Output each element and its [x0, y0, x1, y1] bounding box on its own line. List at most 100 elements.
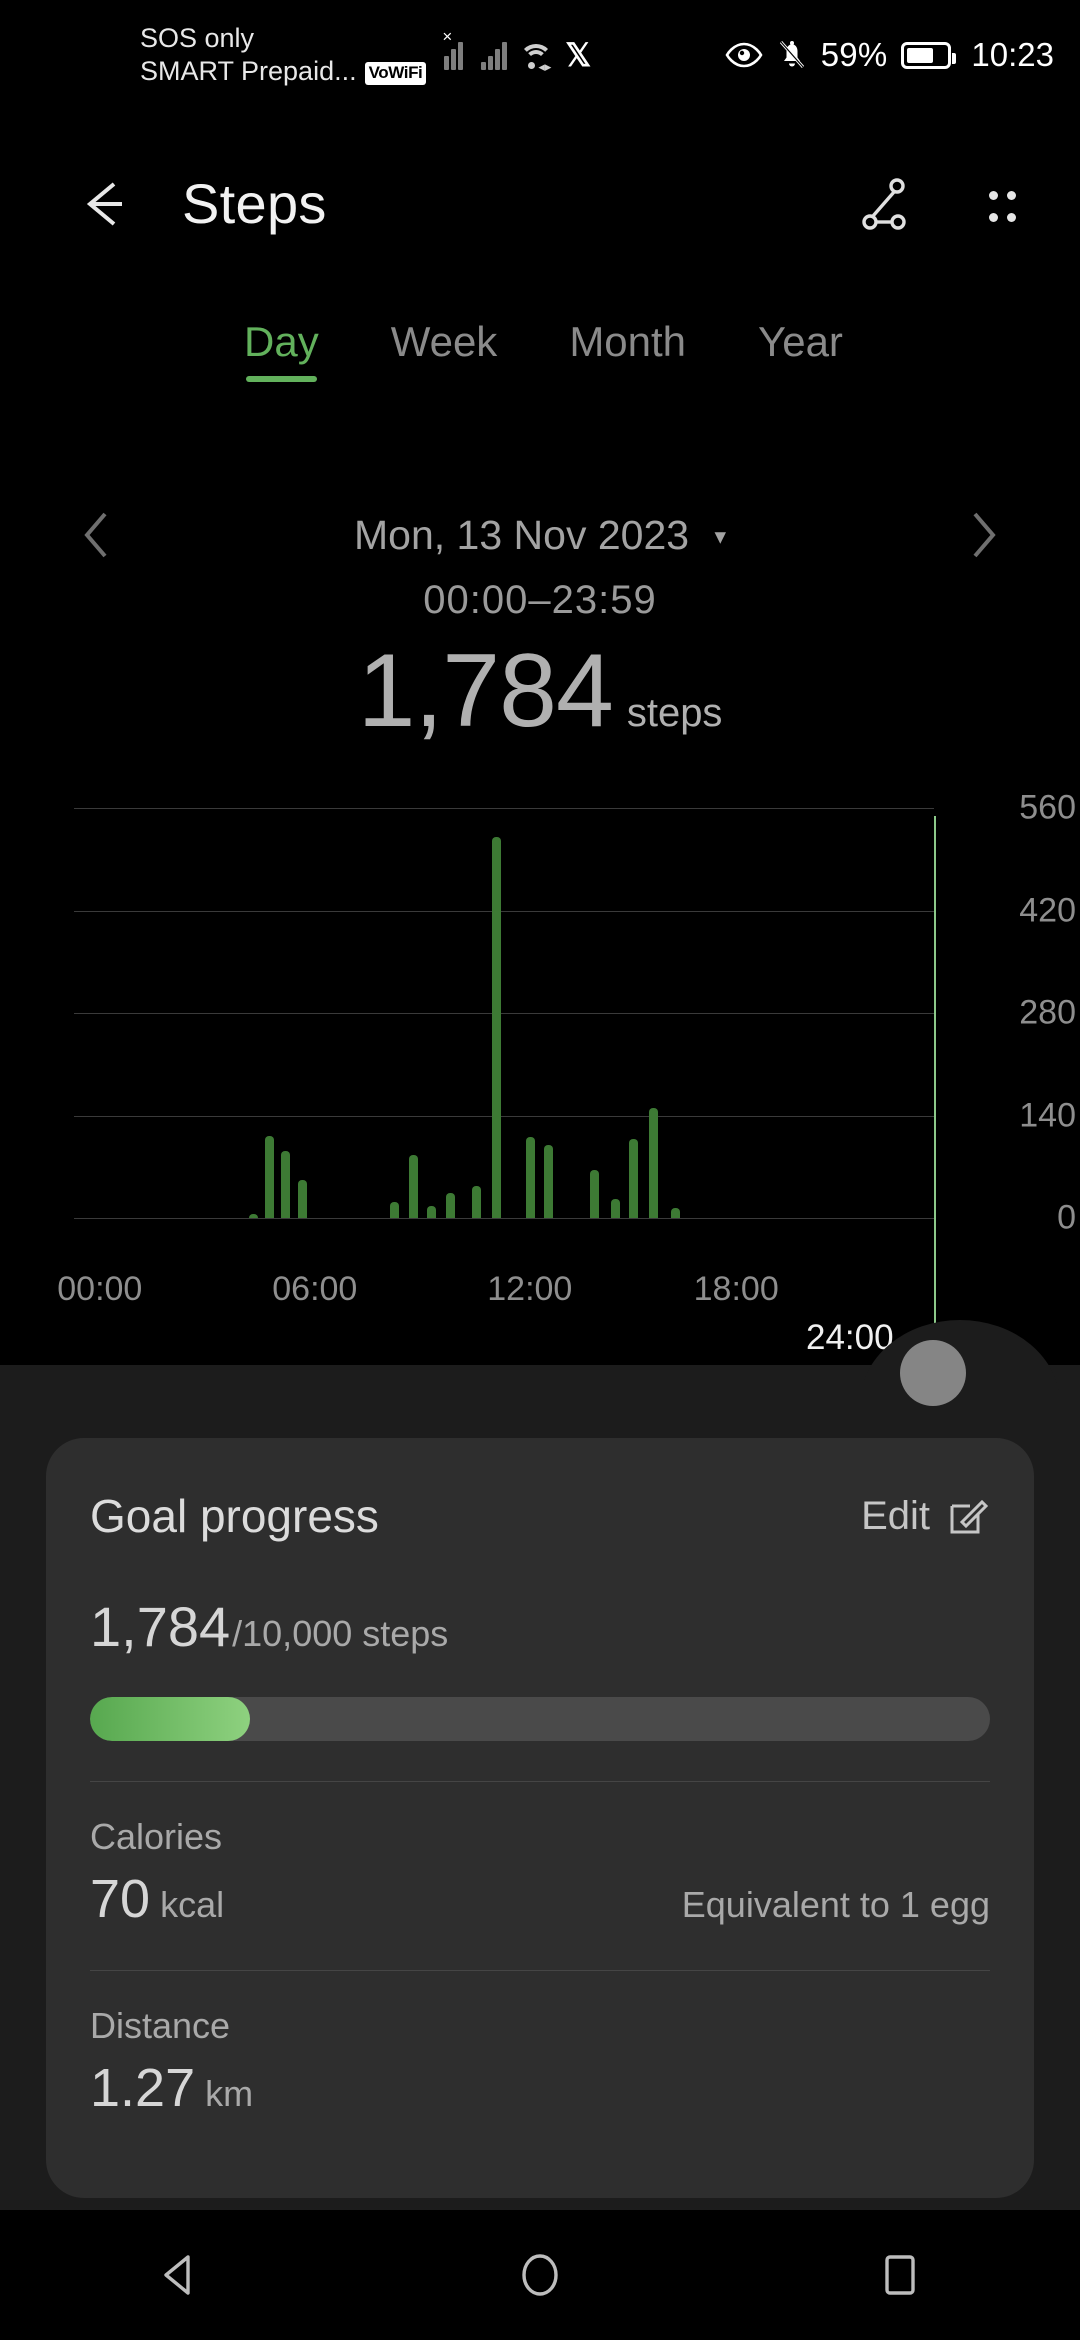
eye-comfort-icon: [725, 42, 763, 68]
back-button[interactable]: [68, 168, 140, 240]
steps-chart[interactable]: 0 140 280 420 560 24:00 00:00 06:00 12:00 18:00: [0, 789, 1080, 1358]
chart-bar[interactable]: [670, 1207, 680, 1218]
chart-bar[interactable]: [491, 837, 501, 1218]
carrier-line-2: SMART Prepaid... VoWiFi: [140, 55, 427, 88]
menu-dot: [1006, 212, 1016, 222]
chart-gridline: [74, 910, 934, 912]
chart-y-tick-label: 560: [1019, 788, 1076, 827]
page-title: Steps: [182, 172, 327, 235]
status-icons: × ◂▸ 𝕏: [442, 28, 592, 73]
chart-scrubber-line[interactable]: [934, 816, 936, 1336]
chart-y-tick-label: 280: [1019, 993, 1076, 1032]
chart-bar[interactable]: [249, 1213, 259, 1218]
chart-bar[interactable]: [472, 1185, 482, 1218]
android-recents-icon[interactable]: [845, 2220, 955, 2330]
x-app-icon: 𝕏: [565, 37, 592, 73]
calories-equivalent-note: Equivalent to 1 egg: [681, 1884, 990, 1925]
card-divider: [90, 1970, 990, 1971]
total-steps-value: 1,784: [357, 633, 614, 749]
chart-bar[interactable]: [525, 1137, 535, 1218]
chart-bar[interactable]: [281, 1150, 291, 1218]
total-steps-unit: steps: [626, 691, 723, 735]
goal-unit-label: steps: [362, 1613, 449, 1654]
chart-gridline: [74, 1218, 934, 1219]
chart-bar[interactable]: [390, 1201, 400, 1218]
chart-bar[interactable]: [628, 1138, 638, 1218]
tab-day[interactable]: Day: [244, 318, 319, 382]
menu-dot: [1006, 190, 1016, 200]
app-screen: SOS only SMART Prepaid...VoWiFi × ◂▸ 𝕏: [0, 0, 1080, 2340]
menu-dot: [988, 212, 998, 222]
chart-plot-area[interactable]: 0 140 280 420 560 24:00: [74, 789, 1076, 1357]
chart-gridline: [74, 1115, 934, 1117]
chart-scrubber-time-label: 24:00: [806, 1318, 894, 1357]
chevron-down-icon: ▾: [714, 522, 726, 549]
chart-bar[interactable]: [409, 1155, 419, 1218]
chart-y-tick-label: 0: [1057, 1198, 1076, 1237]
vowifi-badge: VoWiFi: [364, 62, 427, 85]
chart-bar[interactable]: [590, 1169, 599, 1218]
app-bar: Steps: [0, 140, 1080, 270]
chart-bar[interactable]: [297, 1179, 307, 1218]
chart-bar[interactable]: [543, 1144, 553, 1218]
chart-y-tick-label: 420: [1019, 891, 1076, 929]
chart-x-tick-label: 06:00: [272, 1270, 358, 1308]
calories-value: 70: [90, 1869, 151, 1929]
goal-current-value: 1,784: [90, 1595, 231, 1658]
chart-x-tick-label: 00:00: [57, 1270, 143, 1308]
carrier-info: SOS only SMART Prepaid... VoWiFi: [140, 22, 427, 88]
previous-day-button[interactable]: [62, 500, 132, 570]
calories-metric: Calories 70 kcal Equivalent to 1 egg: [90, 1816, 990, 1930]
chart-x-tick-label: 12:00: [487, 1270, 573, 1308]
goal-values: 1,784 /10,000 steps: [90, 1594, 990, 1659]
status-clock: 10:23: [971, 36, 1054, 73]
battery-icon: [901, 41, 957, 69]
chart-gridline: [74, 1013, 934, 1014]
signal-no-service-icon: ×: [442, 28, 470, 70]
goal-progress-fill: [90, 1697, 251, 1741]
date-picker-button[interactable]: Mon, 13 Nov 2023 ▾: [354, 512, 726, 559]
chart-bar[interactable]: [445, 1193, 455, 1218]
chart-gridline: [74, 808, 934, 809]
chart-x-axis: 00:00 06:00 12:00 18:00: [0, 1270, 1080, 1320]
chart-bar[interactable]: [427, 1206, 437, 1218]
wifi-icon: ◂▸: [518, 40, 554, 73]
status-right: 59% 10:23: [725, 36, 1054, 74]
chart-x-tick-label: 18:00: [693, 1270, 779, 1308]
chart-bar[interactable]: [610, 1198, 620, 1218]
time-range-label: 00:00–23:59: [423, 578, 657, 622]
carrier-line-1: SOS only: [140, 23, 255, 54]
total-steps-block: 1,784 steps: [0, 632, 1080, 751]
edit-pencil-icon: [946, 1494, 990, 1538]
distance-metric: Distance 1.27 km: [90, 2005, 990, 2119]
edit-goal-label: Edit: [861, 1493, 930, 1538]
distance-value: 1.27: [90, 2058, 196, 2118]
next-day-button[interactable]: [948, 500, 1018, 570]
goal-progress-card: Goal progress Edit 1,784 /10,000 steps C…: [46, 1438, 1034, 2198]
chart-y-tick-label: 140: [1019, 1096, 1076, 1134]
chart-bar[interactable]: [264, 1136, 274, 1218]
calories-unit: kcal: [160, 1884, 225, 1925]
goal-card-title: Goal progress: [90, 1490, 379, 1542]
period-tabs: Day Week Month Year: [0, 318, 1080, 428]
status-bar: SOS only SMART Prepaid...VoWiFi × ◂▸ 𝕏: [0, 0, 1080, 110]
android-nav-bar: [0, 2210, 1080, 2340]
card-divider: [90, 1781, 990, 1782]
android-back-icon[interactable]: [125, 2220, 235, 2330]
more-options-icon[interactable]: [970, 174, 1034, 238]
chart-bar[interactable]: [649, 1108, 659, 1218]
share-icon[interactable]: [848, 170, 920, 242]
tab-month[interactable]: Month: [569, 318, 686, 382]
tab-year[interactable]: Year: [758, 318, 843, 382]
date-navigator: Mon, 13 Nov 2023 ▾: [0, 490, 1080, 580]
date-label-text: Mon, 13 Nov 2023: [354, 511, 690, 558]
menu-dot: [988, 190, 998, 200]
android-home-icon[interactable]: [485, 2220, 595, 2330]
distance-unit: km: [205, 2073, 254, 2114]
sheet-drag-handle[interactable]: [900, 1340, 966, 1406]
mute-bell-icon: [777, 39, 807, 71]
edit-goal-button[interactable]: Edit: [861, 1494, 990, 1539]
tab-week[interactable]: Week: [391, 318, 498, 382]
signal-icon: [481, 40, 508, 70]
battery-percent-label: 59%: [820, 36, 888, 73]
